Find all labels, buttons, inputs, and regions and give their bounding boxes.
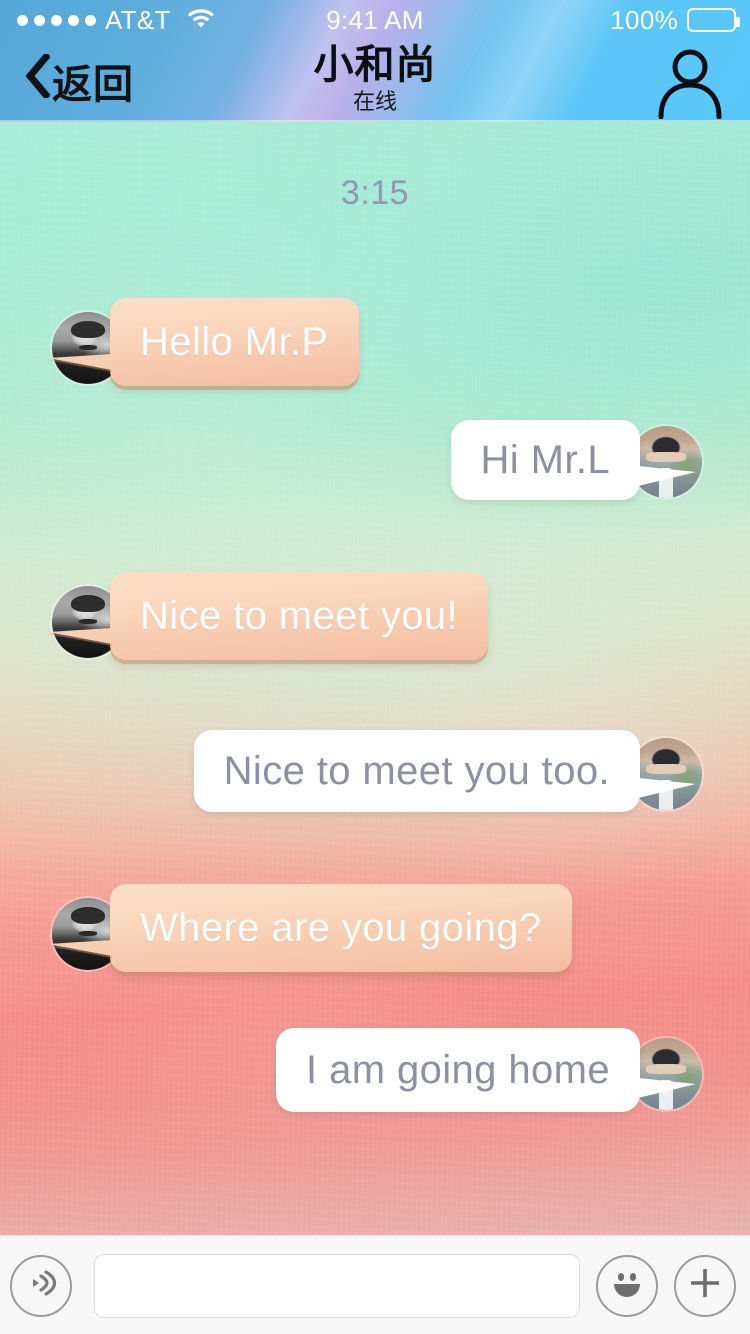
bubble-tail (48, 354, 112, 370)
plus-icon (685, 1263, 725, 1308)
message-list[interactable]: 3:15 Hello Mr.P Hi Mr.L Nice to meet you… (0, 122, 750, 1235)
app-header: AT&T 9:41 AM 100% 返回 小和尚 在线 (0, 0, 750, 122)
message-row-outgoing: I am going home (276, 1028, 702, 1112)
message-text: Hi Mr.L (480, 437, 610, 482)
person-icon (652, 49, 728, 122)
bubble-tail (48, 628, 112, 644)
avatar-image (630, 1038, 702, 1110)
emoji-button[interactable] (596, 1254, 658, 1317)
message-text: Nice to meet you too. (223, 748, 610, 793)
avatar-person[interactable] (630, 1038, 702, 1110)
message-bubble-outgoing[interactable]: Nice to meet you too. (193, 730, 696, 812)
voice-wave-icon (23, 1265, 59, 1306)
message-row-incoming: Hello Mr.P (48, 298, 359, 386)
message-text: Nice to meet you! (140, 593, 459, 638)
message-bubble-incoming[interactable]: Hello Mr.P (48, 298, 359, 386)
avatar-person[interactable] (630, 738, 702, 810)
message-bubble-outgoing[interactable]: Hi Mr.L (450, 420, 696, 500)
battery-full-icon (687, 8, 740, 32)
message-input[interactable] (94, 1253, 580, 1318)
battery-percent-label: 100% (610, 4, 678, 35)
chevron-left-icon (24, 52, 51, 108)
message-row-incoming: Nice to meet you! (48, 572, 489, 660)
avatar-image (630, 738, 702, 810)
status-bar: AT&T 9:41 AM 100% (0, 0, 750, 40)
bubble-tail (48, 940, 112, 956)
bubble-tail (638, 1078, 696, 1098)
bubble-tail (638, 466, 696, 486)
profile-button[interactable] (652, 43, 728, 122)
message-bubble-incoming[interactable]: Nice to meet you! (48, 572, 489, 660)
message-text: Where are you going? (140, 905, 542, 950)
status-bar-right: 100% (610, 4, 740, 36)
message-row-outgoing: Hi Mr.L (450, 420, 702, 500)
message-row-incoming: Where are you going? (48, 884, 572, 972)
avatar-image (630, 426, 702, 498)
conversation-timestamp: 3:15 (340, 174, 410, 212)
navigation-bar: 返回 小和尚 在线 (0, 40, 750, 122)
message-text: Hello Mr.P (140, 319, 329, 364)
message-bubble-outgoing[interactable]: I am going home (276, 1028, 696, 1112)
message-input-bar (0, 1235, 750, 1334)
add-button[interactable] (674, 1254, 736, 1317)
smiley-icon (607, 1263, 647, 1308)
voice-button[interactable] (10, 1254, 72, 1317)
battery-cap (736, 17, 740, 27)
message-row-outgoing: Nice to meet you too. (193, 730, 702, 812)
back-button-label: 返回 (52, 63, 134, 107)
message-bubble-incoming[interactable]: Where are you going? (48, 884, 572, 972)
avatar-person[interactable] (630, 426, 702, 498)
bubble-tail (638, 778, 696, 798)
message-text: I am going home (306, 1047, 610, 1092)
back-button[interactable]: 返回 (24, 52, 134, 110)
chat-screen: AT&T 9:41 AM 100% 返回 小和尚 在线 3:15 Hello M… (0, 0, 750, 1334)
